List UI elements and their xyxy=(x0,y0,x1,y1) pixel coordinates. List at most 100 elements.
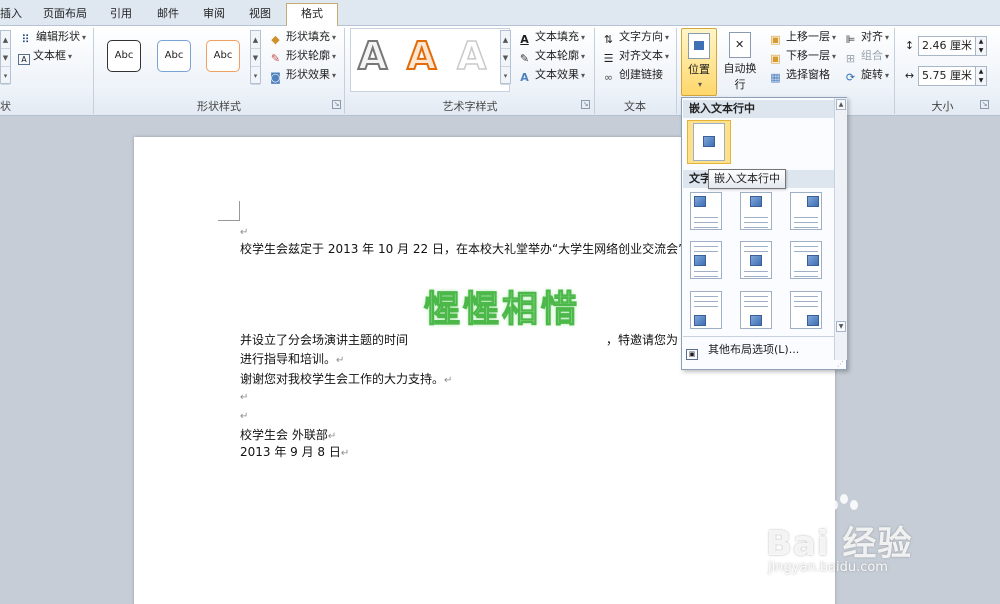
position-menu-scrollbar[interactable]: ▲ ▼ xyxy=(834,98,847,360)
shape-effects-icon: ◙ xyxy=(270,71,281,84)
position-dropdown-menu: 嵌入文本行中 文字 ▣ 其他布局选项(L)... ▲ ▼ ⋰ xyxy=(681,97,847,370)
document-line-1[interactable]: 校学生会兹定于 2013 年 10 月 22 日，在本校大礼堂举办“大学生网络创… xyxy=(240,241,684,257)
shape-width-input[interactable]: 5.75 厘米 xyxy=(918,66,976,86)
selection-pane-icon: ▦ xyxy=(770,71,781,84)
position-top-left-option[interactable] xyxy=(690,192,722,230)
height-icon: ↕ xyxy=(904,39,915,52)
text-effects-button[interactable]: A 文本效果 ▾ xyxy=(517,66,585,84)
rotate-icon: ⟳ xyxy=(845,71,856,84)
scroll-up-arrow[interactable]: ▲ xyxy=(836,99,846,110)
paint-bucket-icon: ◆ xyxy=(271,33,280,46)
wordart-title[interactable]: 惺惺相惜 xyxy=(423,280,580,332)
text-box-button[interactable]: A 文本框 ▾ xyxy=(18,47,72,65)
size-dialog-launcher[interactable]: ↘ xyxy=(980,100,989,109)
shape-effects-button[interactable]: ◙ 形状效果 ▾ xyxy=(268,66,336,84)
position-button[interactable]: 位置 ▾ xyxy=(681,28,717,96)
ribbon-tab-bar: 插入 页面布局 引用 邮件 审阅 视图 格式 xyxy=(0,0,1000,26)
position-top-center-option[interactable] xyxy=(740,192,772,230)
layout-options-icon: ▣ xyxy=(686,349,698,360)
document-line-3[interactable]: 进行指导和培训。↵ xyxy=(240,351,344,369)
text-fill-button[interactable]: A 文本填充 ▾ xyxy=(517,28,585,46)
position-middle-left-option[interactable] xyxy=(690,241,722,279)
wordart-styles-dialog-launcher[interactable]: ↘ xyxy=(581,100,590,109)
wordart-sample-3[interactable]: A xyxy=(456,35,487,77)
signature-date[interactable]: 2013 年 9 月 8 日↵ xyxy=(240,444,349,462)
wordart-sample-2[interactable]: A xyxy=(406,35,437,77)
position-middle-right-option[interactable] xyxy=(790,241,822,279)
resize-grip[interactable]: ⋰ xyxy=(837,360,844,368)
shape-style-swatch-3[interactable]: Abc xyxy=(206,40,240,72)
paragraph-mark: ↵ xyxy=(240,392,249,403)
position-bottom-left-option[interactable] xyxy=(690,291,722,329)
watermark-url: jingyan.baidu.com xyxy=(768,560,888,575)
document-line-2b[interactable]: ，特邀请您为 xyxy=(606,332,678,348)
send-backward-button[interactable]: ▣ 下移一层 ▾ xyxy=(768,47,836,65)
tab-format[interactable]: 格式 xyxy=(286,3,338,26)
shapes-gallery-scroll[interactable]: ▲ ▼ ▾ xyxy=(0,30,11,85)
group-icon: ⊞ xyxy=(845,52,856,65)
inline-layout-icon xyxy=(693,123,725,161)
position-icon xyxy=(688,33,710,59)
position-bottom-center-option[interactable] xyxy=(740,291,772,329)
position-top-right-option[interactable] xyxy=(790,192,822,230)
inline-section-header: 嵌入文本行中 xyxy=(683,100,835,118)
text-fill-icon: A xyxy=(520,33,529,46)
text-outline-button[interactable]: ✎ 文本轮廓 ▾ xyxy=(517,47,585,65)
paragraph-mark: ↵ xyxy=(240,411,249,422)
edit-shape-button[interactable]: ⠿ 编辑形状 ▾ xyxy=(18,28,86,46)
wrap-text-button[interactable]: ✕ 自动换行▾ xyxy=(719,28,761,104)
shape-style-swatch-2[interactable]: Abc xyxy=(157,40,191,72)
baidu-jingyan-watermark: Bai 经验 jingyan.baidu.com xyxy=(766,494,998,584)
group-button[interactable]: ⊞ 组合 ▾ xyxy=(843,47,889,65)
inline-with-text-option[interactable] xyxy=(687,120,731,164)
shape-outline-button[interactable]: ✎ 形状轮廓 ▾ xyxy=(268,47,336,65)
align-text-icon: ☰ xyxy=(603,52,614,65)
align-button[interactable]: ⊫ 对齐 ▾ xyxy=(843,28,889,46)
size-group-label: 大小 xyxy=(931,100,954,113)
shape-styles-gallery-scroll[interactable]: ▲ ▼ ▾ xyxy=(250,30,261,85)
shape-fill-button[interactable]: ◆ 形状填充 ▾ xyxy=(268,28,336,46)
text-direction-button[interactable]: ⇅ 文字方向 ▾ xyxy=(601,28,669,46)
tab-page-layout[interactable]: 页面布局 xyxy=(36,4,94,26)
selection-pane-button[interactable]: ▦ 选择窗格 xyxy=(768,66,830,84)
shape-height-input[interactable]: 2.46 厘米 xyxy=(918,36,976,56)
more-layout-options-item[interactable]: ▣ 其他布局选项(L)... xyxy=(686,341,799,360)
create-link-button[interactable]: ∞ 创建链接 xyxy=(601,66,663,84)
text-direction-icon: ⇅ xyxy=(603,33,614,46)
tab-review[interactable]: 审阅 xyxy=(196,4,232,26)
tab-mailings[interactable]: 邮件 xyxy=(150,4,186,26)
wordart-gallery-scroll[interactable]: ▲ ▼ ▾ xyxy=(500,30,511,85)
wrap-text-icon: ✕ xyxy=(729,32,751,58)
tab-references[interactable]: 引用 xyxy=(104,4,138,26)
wordart-sample-1[interactable]: A xyxy=(357,35,388,77)
signature-department[interactable]: 校学生会 外联部↵ xyxy=(240,427,336,445)
shape-style-swatch-1[interactable]: Abc xyxy=(107,40,141,72)
shape-height-spinner[interactable]: ▲ ▼ xyxy=(976,36,987,56)
rotate-button[interactable]: ⟳ 旋转 ▾ xyxy=(843,66,889,84)
position-middle-center-option[interactable] xyxy=(740,241,772,279)
text-group-label: 文本 xyxy=(624,100,646,113)
width-icon: ↔ xyxy=(904,69,915,82)
tab-insert[interactable]: 插入 xyxy=(0,4,22,26)
shape-styles-group-label: 形状样式 xyxy=(197,100,241,113)
wordart-styles-group-label: 艺术字样式 xyxy=(442,100,498,113)
shape-width-spinner[interactable]: ▲ ▼ xyxy=(976,66,987,86)
scroll-down-arrow[interactable]: ▼ xyxy=(836,321,846,332)
text-effects-icon: A xyxy=(520,71,529,84)
edit-shape-icon: ⠿ xyxy=(21,33,30,46)
document-line-2a[interactable]: 并设立了分会场演讲主题的时间 xyxy=(240,332,408,348)
paragraph-mark: ↵ xyxy=(240,227,249,238)
shape-styles-dialog-launcher[interactable]: ↘ xyxy=(332,100,341,109)
tab-view[interactable]: 视图 xyxy=(242,4,278,26)
position-bottom-right-option[interactable] xyxy=(790,291,822,329)
inline-option-tooltip: 嵌入文本行中 xyxy=(708,169,786,189)
align-icon: ⊫ xyxy=(845,33,856,46)
pencil-icon: ✎ xyxy=(519,52,530,65)
insert-shapes-group-label: 状 xyxy=(0,100,11,113)
send-backward-icon: ▣ xyxy=(770,52,781,65)
bring-forward-button[interactable]: ▣ 上移一层 ▾ xyxy=(768,28,836,46)
document-line-4[interactable]: 谢谢您对我校学生会工作的大力支持。↵ xyxy=(240,371,452,389)
align-text-button[interactable]: ☰ 对齐文本 ▾ xyxy=(601,47,669,65)
margin-corner-mark xyxy=(218,201,240,221)
ribbon: ▲ ▼ ▾ ⠿ 编辑形状 ▾ A 文本框 ▾ 状 Abc Abc Abc ▲ ▼ ▾ ◆ 形状填充… xyxy=(0,26,1000,116)
